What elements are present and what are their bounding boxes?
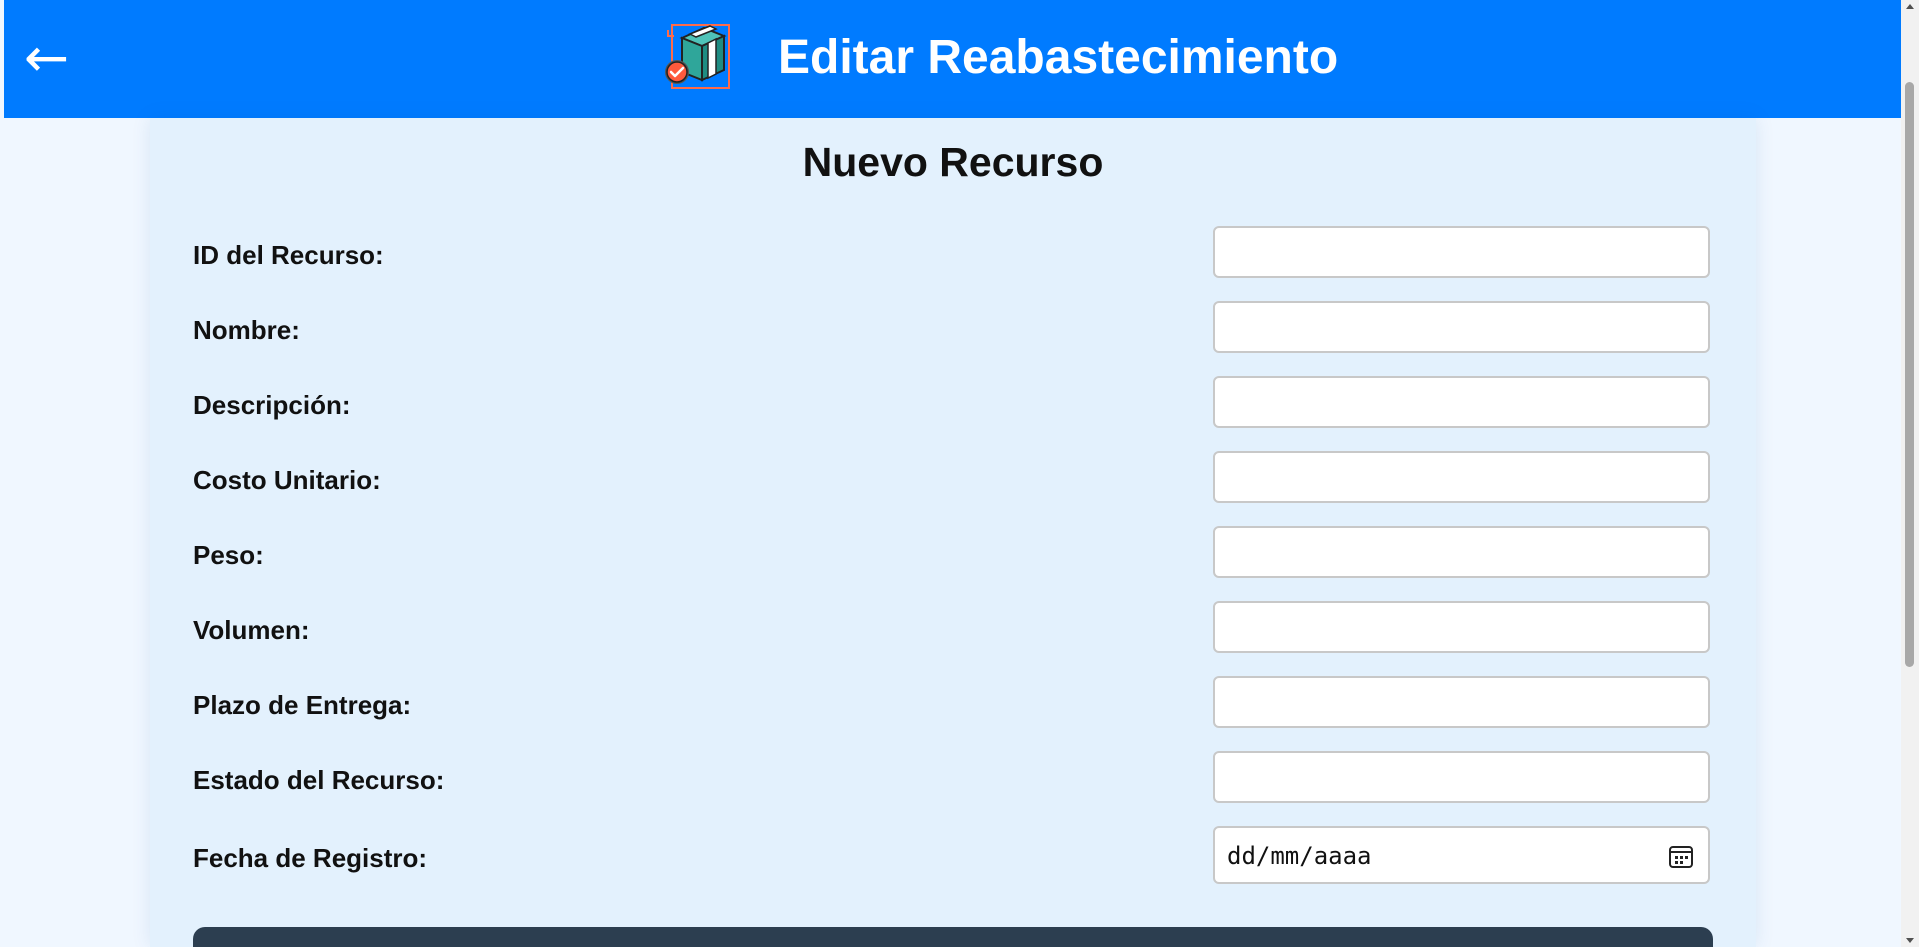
field-row-nombre: Nombre: bbox=[193, 301, 1713, 357]
costo-unitario-input[interactable] bbox=[1213, 451, 1710, 503]
field-label: Fecha de Registro: bbox=[193, 843, 428, 873]
field-label: Nombre: bbox=[193, 315, 300, 345]
calendar-icon[interactable] bbox=[1668, 843, 1694, 869]
volumen-input[interactable] bbox=[1213, 601, 1710, 653]
field-label: ID del Recurso: bbox=[193, 240, 384, 270]
peso-input[interactable] bbox=[1213, 526, 1710, 578]
page-title: Editar Reabastecimiento bbox=[778, 31, 1339, 84]
field-row-costo: Costo Unitario: bbox=[193, 451, 1713, 507]
field-label: Costo Unitario: bbox=[193, 465, 381, 495]
field-row-estado: Estado del Recurso: bbox=[193, 751, 1713, 807]
field-label: Peso: bbox=[193, 540, 264, 570]
field-row-peso: Peso: bbox=[193, 526, 1713, 582]
scroll-thumb[interactable] bbox=[1905, 82, 1914, 667]
field-label: Estado del Recurso: bbox=[193, 765, 445, 795]
field-row-fecha: Fecha de Registro: dd/mm/aaaa bbox=[193, 826, 1713, 884]
scroll-down-icon[interactable] bbox=[1906, 938, 1914, 943]
submit-button[interactable] bbox=[193, 927, 1713, 947]
field-row-volumen: Volumen: bbox=[193, 601, 1713, 657]
nombre-input[interactable] bbox=[1213, 301, 1710, 353]
back-arrow-icon[interactable]: ← bbox=[24, 28, 69, 88]
page: ← Editar Reabastecimiento Nuevo Recurso … bbox=[0, 0, 1919, 947]
date-placeholder: dd/mm/aaaa bbox=[1227, 842, 1372, 870]
app-header: ← Editar Reabastecimiento bbox=[4, 0, 1901, 118]
descripcion-input[interactable] bbox=[1213, 376, 1710, 428]
form-title: Nuevo Recurso bbox=[802, 139, 1104, 185]
field-label: Plazo de Entrega: bbox=[193, 690, 412, 720]
field-row-id: ID del Recurso: bbox=[193, 226, 1713, 282]
field-row-descripcion: Descripción: bbox=[193, 376, 1713, 432]
scroll-up-icon[interactable] bbox=[1906, 4, 1914, 9]
plazo-entrega-input[interactable] bbox=[1213, 676, 1710, 728]
id-recurso-input[interactable] bbox=[1213, 226, 1710, 278]
field-label: Volumen: bbox=[193, 615, 310, 645]
estado-recurso-input[interactable] bbox=[1213, 751, 1710, 803]
vertical-scrollbar[interactable] bbox=[1901, 0, 1919, 947]
field-label: Descripción: bbox=[193, 390, 351, 420]
field-row-plazo: Plazo de Entrega: bbox=[193, 676, 1713, 732]
package-restock-icon bbox=[665, 24, 730, 89]
fecha-registro-input[interactable]: dd/mm/aaaa bbox=[1213, 826, 1710, 884]
